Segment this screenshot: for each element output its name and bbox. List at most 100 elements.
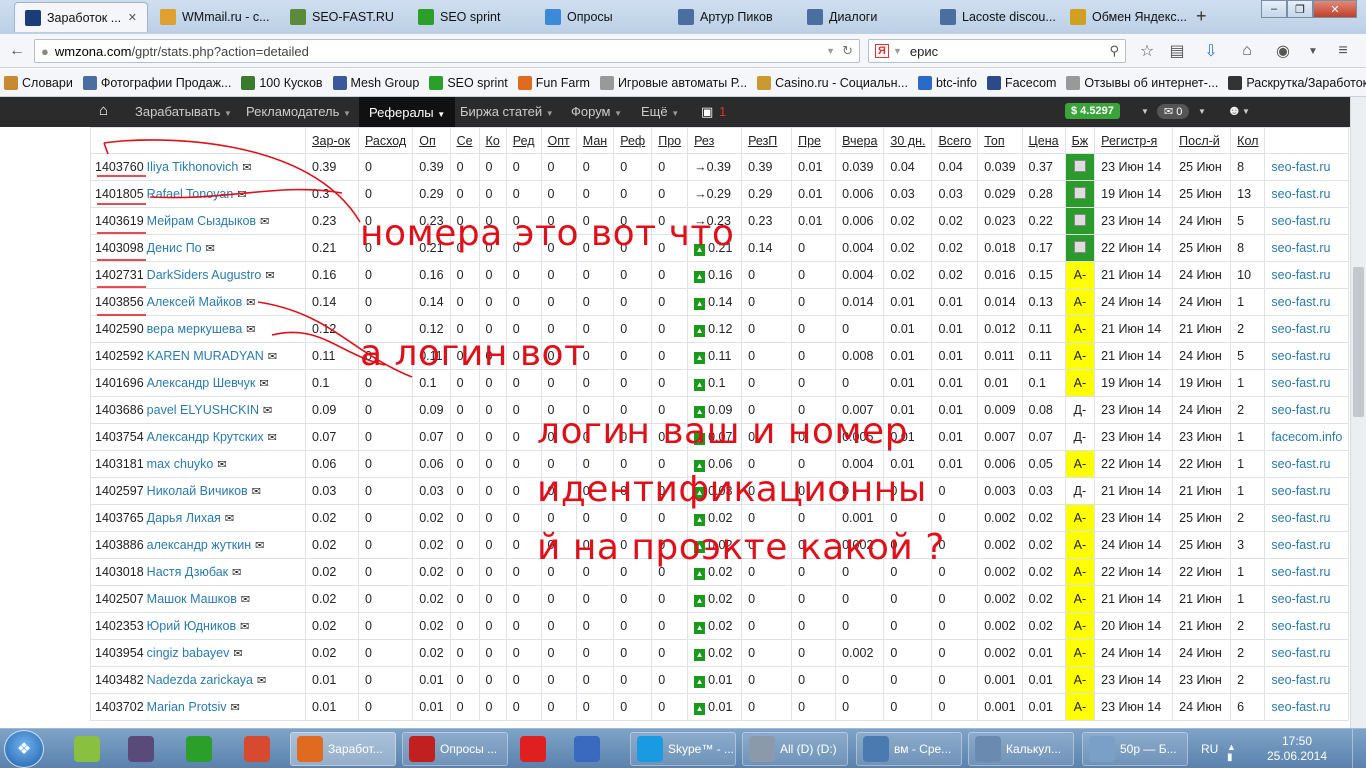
reload-icon[interactable]: ↻ [842,43,853,59]
browser-tab[interactable]: Диалоги [797,2,928,32]
mail-icon[interactable]: ✉ [260,216,269,228]
column-header[interactable]: Цена [1021,127,1066,154]
column-header[interactable]: Се [449,127,480,154]
source-link[interactable]: seo-fast.ru [1271,349,1330,363]
taskbar-item[interactable] [238,732,286,766]
referral-login-link[interactable]: Мейрам Сыздыков [147,214,256,228]
mail-icon[interactable]: ✉ [233,648,242,660]
nav-referrals[interactable]: Рефералы ▼ [359,97,456,127]
clock[interactable]: 17:50 25.06.2014 [1262,734,1332,764]
address-bar[interactable]: ● wmzona.com/gptr/stats.php?action=detai… [34,39,860,63]
browser-tab[interactable]: SEO-FAST.RU [280,2,406,32]
mail-icon[interactable]: ✉ [217,459,226,471]
column-header[interactable]: 30 дн. [883,127,933,154]
mail-icon[interactable]: ✉ [265,270,274,282]
column-header[interactable]: Бж [1064,127,1096,154]
column-header[interactable]: Вчера [835,127,885,154]
taskbar-item[interactable]: All (D) (D:) [742,732,848,766]
source-link[interactable]: seo-fast.ru [1271,160,1330,174]
browser-tab[interactable]: Заработок ... ✕ [14,2,148,32]
new-tab-button[interactable]: + [1196,6,1207,27]
maximize-button[interactable]: ❐ [1287,0,1313,18]
column-header[interactable]: Про [651,127,689,154]
nav-forum[interactable]: Форум ▼ [571,104,622,119]
column-header[interactable]: Всего [931,127,979,154]
browser-tab[interactable]: Артур Пиков [668,2,795,32]
taskbar-item[interactable]: Опросы ... [402,732,508,766]
page-scrollbar[interactable] [1350,97,1366,728]
notification-icon[interactable]: ▣ [701,104,713,120]
mail-icon[interactable]: ✉ [268,351,277,363]
column-header[interactable]: Кол [1230,127,1266,154]
referral-login-link[interactable]: Rafael Tonoyan [147,187,234,201]
addon-dropdown-icon[interactable]: ▼ [1302,41,1324,61]
back-icon[interactable]: ← [6,41,28,61]
bookmark-item[interactable]: Mesh Group [332,75,419,90]
column-header[interactable]: Оп [412,127,451,154]
source-link[interactable]: seo-fast.ru [1271,538,1330,552]
menu-icon[interactable]: ≡ [1332,41,1354,61]
mail-icon[interactable]: ✉ [268,432,277,444]
mail-icon[interactable]: ✉ [257,675,266,687]
mail-icon[interactable]: ✉ [246,297,255,309]
referral-login-link[interactable]: pavel ELYUSHCKIN [147,403,259,417]
taskbar-item[interactable]: Калькул... [968,732,1074,766]
mail-icon[interactable]: ✉ [232,567,241,579]
column-header[interactable]: Опт [540,127,577,154]
bookmark-item[interactable]: Casino.ru - Социальн... [757,75,908,90]
checkbox-icon[interactable] [1073,186,1086,199]
taskbar-item[interactable]: Заработ... [290,732,396,766]
referral-login-link[interactable]: max chuyko [147,457,214,471]
source-link[interactable]: seo-fast.ru [1271,268,1330,282]
language-indicator[interactable]: RU [1201,742,1218,756]
source-link[interactable]: seo-fast.ru [1271,295,1330,309]
referral-login-link[interactable]: Алексей Майков [147,295,243,309]
referral-login-link[interactable]: александр жуткин [147,538,251,552]
column-header[interactable]: Посл-й [1172,127,1232,154]
bookmark-item[interactable]: SEO sprint [429,75,508,90]
search-icon[interactable]: ⚲ [1109,43,1119,59]
referral-login-link[interactable]: Marian Protsiv [147,700,227,714]
column-header[interactable]: Расход [357,127,414,154]
messages-badge[interactable]: ✉ 0 [1157,104,1190,119]
bookmark-star-icon[interactable]: ☆ [1136,41,1158,61]
column-header[interactable]: Топ [977,127,1023,154]
bookmark-item[interactable]: Раскрутка/Заработок... [1228,75,1366,90]
bookmark-item[interactable]: Отзывы об интернет-... [1066,75,1218,90]
mail-icon[interactable]: ✉ [259,378,268,390]
browser-tab[interactable]: Опросы [535,2,665,32]
taskbar-item[interactable]: 50р — Б... [1082,732,1188,766]
referral-login-link[interactable]: Юрий Юдников [147,619,236,633]
balance-badge[interactable]: $ 4.5297 [1065,103,1120,119]
bookmark-item[interactable]: Игровые автоматы Р... [599,75,747,90]
column-header[interactable]: Реф [613,127,653,154]
search-input[interactable]: Я ▼ ерис ⚲ [868,39,1126,63]
user-icon[interactable]: ☻ [1227,102,1242,118]
home-icon[interactable]: ⌂ [99,102,108,119]
mail-icon[interactable]: ✉ [263,405,272,417]
bookmark-item[interactable]: 100 Кусков [241,75,323,90]
balance-caret-icon[interactable]: ▼ [1141,107,1149,116]
referral-login-link[interactable]: Настя Дзюбак [147,565,228,579]
referral-login-link[interactable]: Iliya Tikhonovich [147,160,239,174]
column-header[interactable]: Ко [478,127,507,154]
bookmark-item[interactable]: Fun Farm [517,75,590,90]
scrollbar-thumb[interactable] [1353,267,1364,417]
source-link[interactable]: seo-fast.ru [1271,187,1330,201]
mail-icon[interactable]: ✉ [240,621,249,633]
mail-icon[interactable]: ✉ [237,189,246,201]
source-link[interactable]: seo-fast.ru [1271,457,1330,471]
referral-login-link[interactable]: Александр Шевчук [147,376,256,390]
addon-icon[interactable]: ◉ [1272,41,1294,61]
nav-articles[interactable]: Биржа статей ▼ [460,104,554,119]
home-icon[interactable]: ⌂ [1236,41,1258,61]
taskbar-item[interactable] [514,732,562,766]
checkbox-icon[interactable] [1073,213,1086,226]
mail-icon[interactable]: ✉ [231,702,240,714]
source-link[interactable]: seo-fast.ru [1271,565,1330,579]
bookmark-item[interactable]: Facecom [986,75,1056,90]
taskbar-item[interactable] [68,732,116,766]
user-caret-icon[interactable]: ▼ [1242,107,1250,116]
taskbar-item[interactable] [568,732,616,766]
referral-login-link[interactable]: Дарья Лихая [147,511,221,525]
